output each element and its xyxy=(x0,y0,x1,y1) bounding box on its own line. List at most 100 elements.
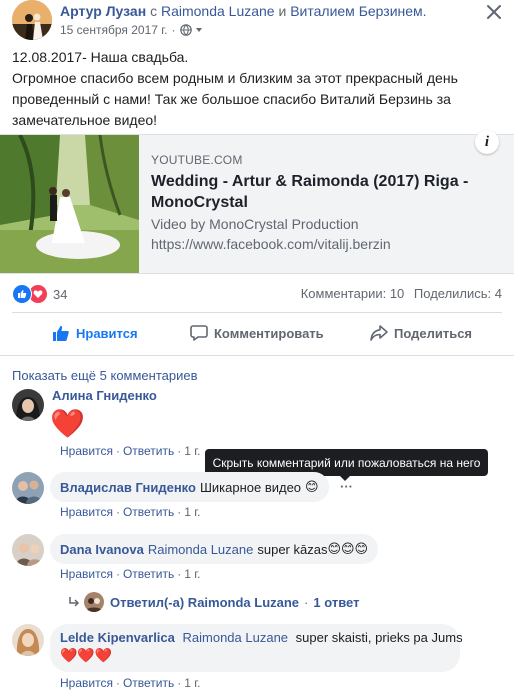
video-thumbnail[interactable] xyxy=(0,135,139,273)
reply-summary-label: Ответил(-а) Raimonda Luzane xyxy=(110,594,300,610)
comment-like-link[interactable]: Нравится xyxy=(60,567,113,581)
more-options-icon[interactable]: ··· xyxy=(340,479,353,494)
reply-summary[interactable]: Ответил(-а) Raimonda Luzane · 1 ответ xyxy=(68,592,359,612)
author-name[interactable]: Артур Лузан xyxy=(60,3,146,19)
comment-time[interactable]: 1 г. xyxy=(184,567,200,581)
author-avatar[interactable] xyxy=(12,0,52,40)
avatar[interactable] xyxy=(12,534,44,566)
avatar[interactable] xyxy=(12,389,44,421)
comments-count[interactable]: Комментарии: 10 xyxy=(301,286,405,301)
separator-dot: · xyxy=(177,676,182,690)
post-meta: 15 сентября 2017 г. · xyxy=(60,23,204,37)
thumbs-up-icon xyxy=(53,326,69,341)
comment-reply-link[interactable]: Ответить xyxy=(123,676,174,690)
preview-subtitle: Video by MonoCrystal Production xyxy=(151,216,359,232)
tooltip-text: Скрыть комментарий или пожаловаться на н… xyxy=(212,455,481,470)
comment-actions: Нравится · Ответить · 1 г. xyxy=(60,567,201,581)
avatar[interactable] xyxy=(12,624,44,656)
separator-dot: · xyxy=(115,444,120,458)
tagged-person-1[interactable]: Raimonda Luzane xyxy=(161,3,275,19)
comment-author[interactable]: Dana Ivanova xyxy=(60,542,144,557)
share-button[interactable]: Поделиться xyxy=(370,316,472,350)
chevron-down-icon[interactable] xyxy=(194,25,204,35)
and-word: и xyxy=(278,3,287,19)
post-text: 12.08.2017- Наша свадьба. Огромное спаси… xyxy=(12,47,507,131)
comment-time[interactable]: 1 г. xyxy=(184,676,200,690)
with-word: с xyxy=(150,3,158,19)
post-header-line: Артур Лузан с Raimonda Luzane и Виталием… xyxy=(60,3,427,19)
separator-dot: · xyxy=(177,505,182,519)
comment-bubble: Lelde Kipenvarlica Raimonda Luzane super… xyxy=(50,624,463,672)
post-text-line: замечательное видео! xyxy=(12,112,158,128)
comment-author[interactable]: Владислав Гниденко xyxy=(60,480,196,495)
comment-emoji: ❤️❤️❤️ xyxy=(60,647,113,663)
close-icon[interactable] xyxy=(484,2,504,22)
preview-title-line: MonoCrystal xyxy=(151,194,248,211)
comment-time[interactable]: 1 г. xyxy=(184,505,200,519)
comment-time[interactable]: 1 г. xyxy=(184,444,200,458)
wedding-photo-icon xyxy=(0,135,139,273)
avatar[interactable] xyxy=(12,472,44,504)
comment-bubble-icon xyxy=(190,325,208,341)
show-more-comments[interactable]: Показать ещё 5 комментариев xyxy=(12,368,198,383)
comment-actions: Нравится · Ответить · 1 г. xyxy=(60,676,201,690)
like-button-label: Нравится xyxy=(76,325,138,341)
meta-dot: · xyxy=(171,23,176,37)
info-icon[interactable]: i xyxy=(475,130,499,154)
post-date[interactable]: 15 сентября 2017 г. xyxy=(60,23,168,37)
reactions-count[interactable]: 34 xyxy=(53,287,67,302)
comment-mention[interactable]: Raimonda Luzane xyxy=(183,630,289,645)
user-photo-icon xyxy=(12,624,44,656)
preview-title[interactable]: Wedding - Artur & Raimonda (2017) Riga -… xyxy=(151,171,506,213)
comment-actions: Нравится · Ответить · 1 г. xyxy=(60,505,201,519)
tagged-person-2[interactable]: Виталием Берзинем. xyxy=(290,3,426,19)
user-photo-icon xyxy=(12,389,44,421)
shares-count[interactable]: Поделились: 4 xyxy=(414,286,502,301)
avatar xyxy=(84,592,104,612)
comment-bubble: Dana Ivanova Raimonda Luzane super kāzas… xyxy=(50,534,379,564)
couple-photo-icon xyxy=(12,0,52,40)
comment-like-link[interactable]: Нравится xyxy=(60,505,113,519)
separator-dot: · xyxy=(115,676,120,690)
comment-author[interactable]: Алина Гниденко xyxy=(52,388,157,403)
preview-title-line: Wedding - Artur & Raimonda (2017) Riga - xyxy=(151,173,469,190)
comment-like-link[interactable]: Нравится xyxy=(60,444,113,458)
comment-text: Шикарное видео xyxy=(199,479,302,495)
share-button-label: Поделиться xyxy=(394,325,473,341)
comment-reply-link[interactable]: Ответить xyxy=(123,505,174,519)
user-photo-icon xyxy=(12,472,44,504)
comment-reply-link[interactable]: Ответить xyxy=(123,567,174,581)
comment-mention[interactable]: Raimonda Luzane xyxy=(148,542,254,557)
comment-actions: Нравится · Ответить · 1 г. xyxy=(60,444,201,458)
user-photo-icon xyxy=(12,534,44,566)
globe-icon[interactable] xyxy=(179,24,192,36)
divider xyxy=(12,312,502,313)
post-text-line: 12.08.2017- Наша свадьба. xyxy=(12,49,189,65)
comment-bubble: Владислав Гниденко Шикарное видео 😊 xyxy=(50,472,329,502)
link-preview[interactable]: YOUTUBE.COM Wedding - Artur & Raimonda (… xyxy=(0,130,514,274)
reply-count: 1 ответ xyxy=(313,594,360,610)
separator-dot: · xyxy=(115,505,120,519)
comment-button-label: Комментировать xyxy=(214,325,324,341)
separator-dot: · xyxy=(177,567,182,581)
stats-right: Комментарии: 10 Поделились: 4 xyxy=(301,286,502,301)
comment-text: super skaisti, prieks pa Jums xyxy=(295,630,463,645)
comment-emoji: 😊😊😊 xyxy=(327,541,369,556)
comment-reply-link[interactable]: Ответить xyxy=(123,444,174,458)
reactions-summary[interactable]: 34 xyxy=(12,284,67,304)
comment-like-link[interactable]: Нравится xyxy=(60,676,113,690)
comment-author[interactable]: Lelde Kipenvarlica xyxy=(60,630,175,645)
share-arrow-icon xyxy=(370,325,388,341)
comment-text: super kāzas xyxy=(257,541,328,557)
like-button[interactable]: Нравится xyxy=(52,316,138,350)
heart-emoji: ❤️ xyxy=(50,408,85,439)
user-photo-icon xyxy=(84,592,104,612)
preview-source: YOUTUBE.COM xyxy=(151,153,243,167)
reply-arrow-icon xyxy=(69,597,80,607)
comment-button[interactable]: Комментировать xyxy=(190,316,324,350)
comment-emoji: 😊 xyxy=(305,479,319,494)
post-text-line: проведенный с нами! Так же большое спаси… xyxy=(12,91,451,107)
separator-dot: · xyxy=(177,444,182,458)
preview-url: https://www.facebook.com/vitalij.berzin xyxy=(151,236,391,252)
separator-dot: · xyxy=(115,567,120,581)
